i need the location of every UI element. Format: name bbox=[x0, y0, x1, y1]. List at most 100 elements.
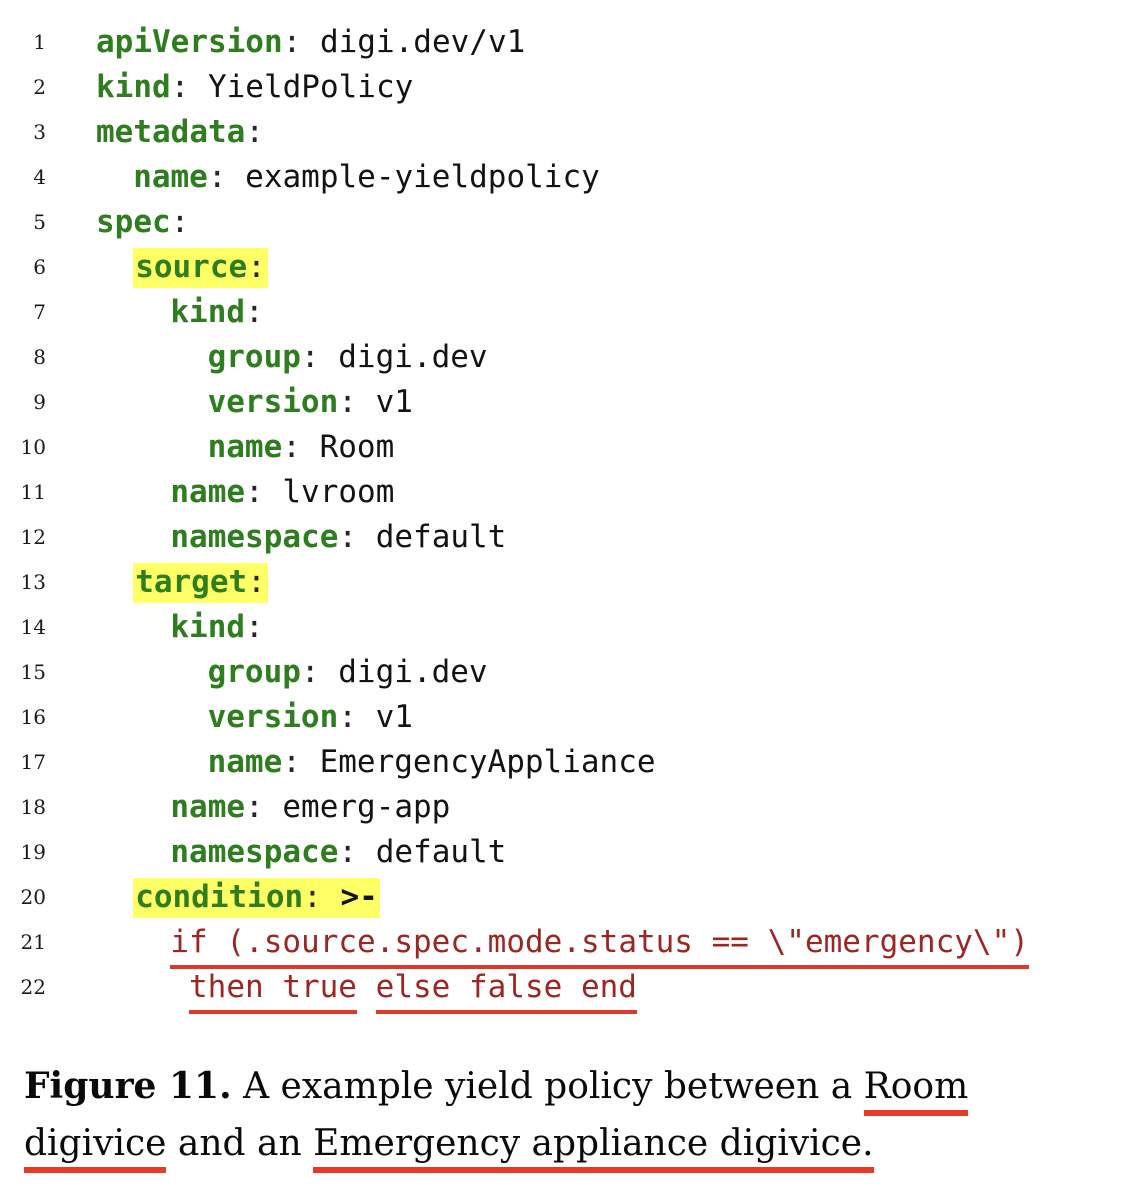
line-number: 13 bbox=[20, 570, 46, 594]
code-line-content: name: EmergencyAppliance bbox=[208, 740, 656, 785]
yaml-key: spec bbox=[96, 204, 171, 240]
yaml-separator: : bbox=[245, 474, 283, 510]
yaml-value: digi.dev bbox=[338, 339, 488, 375]
code-line-content: metadata: bbox=[96, 110, 264, 155]
code-line-content: group: digi.dev bbox=[208, 335, 488, 380]
line-number: 5 bbox=[33, 210, 46, 234]
line-number: 20 bbox=[20, 885, 46, 909]
yaml-separator: : bbox=[170, 69, 208, 105]
line-number: 12 bbox=[20, 525, 46, 549]
code-line: 3 metadata: bbox=[0, 110, 1122, 155]
yaml-separator: : bbox=[247, 564, 266, 600]
code-line-content: name: Room bbox=[208, 425, 395, 470]
figure-label: Figure 11. bbox=[24, 1065, 232, 1107]
yaml-key: kind bbox=[96, 69, 171, 105]
code-line: 8 group: digi.dev bbox=[0, 335, 1122, 380]
yaml-value: example-yieldpolicy bbox=[245, 159, 600, 195]
figure-caption: Figure 11. A example yield policy betwee… bbox=[24, 1058, 1114, 1173]
code-line: 15 group: digi.dev bbox=[0, 650, 1122, 695]
yaml-value: Room bbox=[319, 429, 395, 465]
line-number: 1 bbox=[33, 30, 46, 54]
jq-expression-gap bbox=[357, 969, 376, 1005]
caption-text-part-1: A example yield policy between a bbox=[231, 1066, 864, 1107]
jq-expression-underlined: if (.source.spec.mode.status == \"emerge… bbox=[170, 924, 1029, 969]
yaml-key: name bbox=[207, 744, 283, 780]
code-line: 7 kind: bbox=[0, 290, 1122, 335]
line-number: 14 bbox=[20, 615, 46, 639]
yaml-key: apiVersion bbox=[96, 24, 283, 60]
yaml-separator: : bbox=[170, 204, 190, 240]
code-line-content: if (.source.spec.mode.status == \"emerge… bbox=[170, 920, 1029, 969]
code-line: 13 target: bbox=[0, 560, 1122, 605]
code-line-content: target: bbox=[133, 560, 268, 605]
line-number: 3 bbox=[33, 120, 46, 144]
code-line-content: kind: bbox=[170, 605, 263, 650]
code-line: 11 name: lvroom bbox=[0, 470, 1122, 515]
code-line: 14 kind: bbox=[0, 605, 1122, 650]
line-number: 2 bbox=[33, 75, 46, 99]
line-number: 6 bbox=[33, 255, 46, 279]
line-number: 19 bbox=[20, 840, 46, 864]
line-number: 16 bbox=[20, 705, 46, 729]
yaml-separator: : bbox=[338, 834, 376, 870]
yaml-key: version bbox=[207, 699, 339, 735]
code-line: 4 name: example-yieldpolicy bbox=[0, 155, 1122, 200]
code-line: 16 version: v1 bbox=[0, 695, 1122, 740]
code-line: 2 kind: YieldPolicy bbox=[0, 65, 1122, 110]
yaml-separator: : bbox=[338, 519, 376, 555]
yaml-key: source bbox=[135, 249, 248, 285]
yaml-value: emerg-app bbox=[282, 789, 451, 825]
code-line: 22 then true else false end bbox=[0, 965, 1122, 1014]
line-number: 10 bbox=[20, 435, 46, 459]
code-line: 20 condition: >- bbox=[0, 875, 1122, 920]
line-number: 7 bbox=[33, 300, 46, 324]
line-number: 18 bbox=[20, 795, 46, 819]
yaml-key: name bbox=[133, 159, 208, 195]
code-line: 17 name: EmergencyAppliance bbox=[0, 740, 1122, 785]
yaml-separator: : bbox=[245, 609, 264, 645]
yaml-key: name bbox=[170, 474, 246, 510]
code-line-content: name: example-yieldpolicy bbox=[133, 155, 600, 200]
code-line-content: version: v1 bbox=[208, 695, 413, 740]
yaml-key: name bbox=[170, 789, 246, 825]
yaml-key: target bbox=[135, 564, 248, 600]
yaml-separator: : bbox=[247, 249, 266, 285]
jq-expression-underlined: then true bbox=[189, 969, 357, 1014]
yaml-separator: : bbox=[282, 24, 320, 60]
yaml-value: digi.dev bbox=[338, 654, 488, 690]
yaml-value: default bbox=[375, 834, 507, 870]
code-line: 18 name: emerg-app bbox=[0, 785, 1122, 830]
line-number: 8 bbox=[33, 345, 46, 369]
line-number: 15 bbox=[20, 660, 46, 684]
yaml-value: v1 bbox=[375, 384, 413, 420]
yaml-key: group bbox=[207, 339, 301, 375]
yaml-key: name bbox=[207, 429, 283, 465]
yaml-key: condition bbox=[135, 879, 304, 915]
code-line: 10 name: Room bbox=[0, 425, 1122, 470]
jq-expression-underlined: else false end bbox=[375, 969, 637, 1014]
code-line: 6 source: bbox=[0, 245, 1122, 290]
yaml-value: lvroom bbox=[282, 474, 395, 510]
code-line-content: namespace: default bbox=[170, 830, 506, 875]
yaml-separator: : bbox=[282, 429, 320, 465]
caption-text-part-2: and an bbox=[166, 1123, 314, 1164]
yaml-value: digi.dev/v1 bbox=[319, 24, 526, 60]
code-line-content: spec: bbox=[96, 200, 189, 245]
yaml-separator: : bbox=[300, 339, 339, 375]
code-line-content: namespace: default bbox=[170, 515, 506, 560]
line-number: 4 bbox=[33, 165, 46, 189]
caption-underlined-emergency-appliance-digivice: Emergency appliance digivice. bbox=[313, 1123, 874, 1173]
code-line-content: version: v1 bbox=[208, 380, 413, 425]
yaml-separator: : bbox=[245, 114, 264, 150]
yaml-separator: : bbox=[282, 744, 320, 780]
code-line-content: group: digi.dev bbox=[208, 650, 488, 695]
code-line: 19 namespace: default bbox=[0, 830, 1122, 875]
highlighted-yaml-key: target: bbox=[133, 563, 268, 603]
yaml-separator: : bbox=[338, 384, 376, 420]
yaml-key: group bbox=[207, 654, 301, 690]
code-line-content: name: emerg-app bbox=[170, 785, 450, 830]
highlighted-yaml-key: condition: >- bbox=[133, 878, 380, 918]
code-line-content: kind: bbox=[170, 290, 263, 335]
yaml-key: version bbox=[207, 384, 339, 420]
code-line: 21 if (.source.spec.mode.status == \"emer… bbox=[0, 920, 1122, 969]
